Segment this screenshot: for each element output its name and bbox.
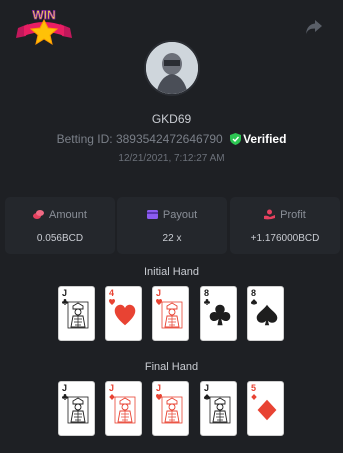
playing-card: 8 [247, 286, 284, 341]
jack-face-art [67, 301, 89, 329]
playing-card: J [200, 381, 237, 436]
card-rank: 5 [251, 383, 257, 393]
spades-center-icon [256, 304, 278, 326]
profit-value: +1.176000BCD [250, 233, 320, 244]
hand-coins-icon [264, 209, 276, 220]
amount-value: 0.056BCD [36, 233, 84, 244]
playing-card: 5 [247, 381, 284, 436]
payout-label: Payout [162, 209, 198, 221]
coins-icon [33, 210, 45, 219]
playing-card: 4 [105, 286, 142, 341]
payout-stat-card: Payout 22 x [117, 197, 227, 254]
clubs-center-icon [209, 304, 231, 326]
card-rank: J [62, 383, 68, 393]
playing-card: J [58, 381, 95, 436]
timestamp: 12/21/2021, 7:12:27 AM [118, 153, 225, 164]
win-badge-icon: WIN [16, 8, 72, 46]
initial-hand-title: Initial Hand [143, 266, 200, 278]
playing-card: J [152, 381, 189, 436]
card-rank: J [109, 383, 115, 393]
final-hand-title: Final Hand [144, 361, 199, 373]
card-rank: J [156, 288, 162, 298]
playing-card: 8 [200, 286, 237, 341]
verified-label: Verified [243, 132, 287, 146]
verified-shield-icon [230, 133, 242, 145]
wallet-icon [146, 210, 158, 219]
betting-id-line: Betting ID: 3893542472646790 Verified [0, 132, 343, 146]
jack-face-art [161, 301, 183, 329]
playing-card: J [58, 286, 95, 341]
jack-face-art [161, 396, 183, 424]
betting-id-value: 3893542472646790 [115, 132, 223, 146]
card-rank: J [156, 383, 162, 393]
card-rank: 8 [204, 288, 210, 298]
profit-stat-card: Profit +1.176000BCD [230, 197, 340, 254]
playing-card: J [152, 286, 189, 341]
jack-face-art [67, 396, 89, 424]
user-avatar[interactable] [144, 40, 200, 96]
card-rank: 4 [109, 288, 115, 298]
payout-value: 22 x [162, 233, 182, 244]
jack-face-art [114, 396, 136, 424]
card-rank: J [62, 288, 68, 298]
card-rank: 8 [251, 288, 257, 298]
playing-card: J [105, 381, 142, 436]
card-rank: J [204, 383, 210, 393]
share-icon[interactable] [305, 19, 323, 35]
diamonds-center-icon [257, 399, 277, 421]
betting-id-label: Betting ID: [56, 132, 113, 146]
win-badge-text: WIN [32, 8, 55, 22]
username[interactable]: GKD69 [0, 112, 343, 126]
profit-label: Profit [280, 209, 306, 221]
hearts-center-icon [114, 304, 136, 326]
jack-face-art [209, 396, 231, 424]
amount-label: Amount [49, 209, 87, 221]
amount-stat-card: Amount 0.056BCD [5, 197, 115, 254]
